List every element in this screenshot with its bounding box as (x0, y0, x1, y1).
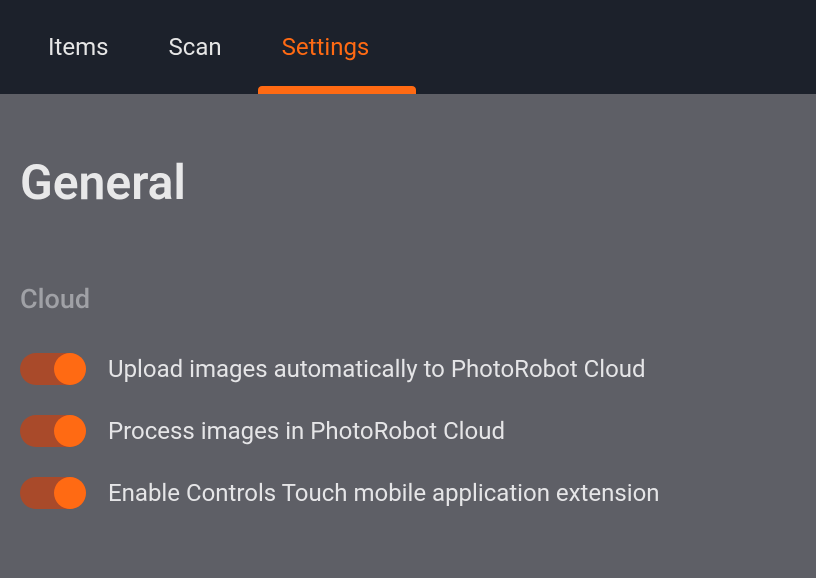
cloud-section-title: Cloud (20, 283, 796, 315)
toggle-controls-touch[interactable] (20, 477, 86, 509)
header-tabs: Items Scan Settings (0, 0, 816, 94)
page-title: General (20, 154, 796, 211)
toggle-row-controls-touch: Enable Controls Touch mobile application… (20, 477, 796, 509)
toggle-upload-images[interactable] (20, 353, 86, 385)
toggle-label-controls-touch: Enable Controls Touch mobile application… (108, 479, 660, 507)
toggle-label-process: Process images in PhotoRobot Cloud (108, 417, 505, 445)
toggle-label-upload: Upload images automatically to PhotoRobo… (108, 355, 646, 383)
tab-items[interactable]: Items (44, 33, 113, 61)
tab-scan[interactable]: Scan (165, 33, 226, 61)
tab-settings[interactable]: Settings (278, 33, 374, 61)
toggle-process-images[interactable] (20, 415, 86, 447)
toggle-row-upload: Upload images automatically to PhotoRobo… (20, 353, 796, 385)
toggle-row-process: Process images in PhotoRobot Cloud (20, 415, 796, 447)
content-area: General Cloud Upload images automaticall… (0, 94, 816, 509)
tab-indicator (258, 86, 416, 94)
toggle-knob (54, 415, 86, 447)
toggle-knob (54, 477, 86, 509)
toggle-knob (54, 353, 86, 385)
